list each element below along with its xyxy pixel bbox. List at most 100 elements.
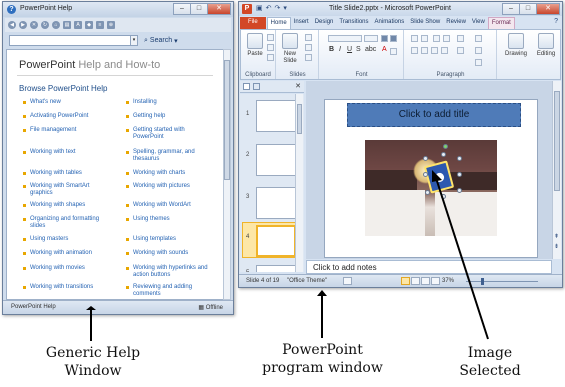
help-link[interactable]: Working with WordArt: [126, 202, 214, 209]
rotation-handle[interactable]: [443, 144, 448, 149]
outline-tab[interactable]: [253, 83, 260, 90]
refresh-icon[interactable]: ↻: [41, 21, 49, 29]
tab-view[interactable]: View: [469, 17, 488, 29]
align-left-icon[interactable]: [411, 47, 418, 54]
editing-button[interactable]: Editing: [533, 33, 559, 58]
tab-review[interactable]: Review: [443, 17, 469, 29]
paste-button[interactable]: Paste: [244, 33, 266, 58]
columns-icon[interactable]: [457, 47, 464, 54]
font-size-icon[interactable]: A: [74, 21, 82, 29]
tab-transitions[interactable]: Transitions: [336, 17, 371, 29]
connection-status[interactable]: ▦ Offline: [198, 304, 223, 311]
tab-slide-show[interactable]: Slide Show: [407, 17, 443, 29]
selection-handle[interactable]: [423, 172, 428, 177]
align-right-icon[interactable]: [431, 47, 438, 54]
title-placeholder[interactable]: Click to add title: [347, 103, 521, 127]
font-name-field[interactable]: [328, 35, 362, 42]
help-link[interactable]: Working with movies: [23, 265, 111, 272]
maximize-button[interactable]: □: [519, 3, 536, 15]
reading-view-icon[interactable]: [421, 277, 430, 285]
font-size-field[interactable]: [364, 35, 378, 42]
help-link[interactable]: Getting started with PowerPoint: [126, 127, 214, 141]
tab-home[interactable]: Home: [266, 17, 291, 29]
print-icon[interactable]: ▤: [63, 21, 71, 29]
help-link[interactable]: Working with transitions: [23, 284, 111, 291]
slide-sorter-icon[interactable]: [411, 277, 420, 285]
save-icon[interactable]: ▣: [256, 4, 263, 14]
slide-scrollbar[interactable]: ⇞ ⇟: [552, 81, 561, 259]
selection-handle[interactable]: [425, 190, 430, 195]
redo-icon[interactable]: ↷: [275, 4, 281, 14]
justify-icon[interactable]: [441, 47, 448, 54]
increase-indent-icon[interactable]: [443, 35, 450, 42]
home-icon[interactable]: ⌂: [52, 21, 60, 29]
text-direction-icon[interactable]: [475, 35, 482, 42]
close-pane-icon[interactable]: ✕: [295, 82, 301, 90]
close-button[interactable]: ✕: [536, 3, 560, 15]
selection-handle[interactable]: [423, 156, 428, 161]
notes-pane[interactable]: Click to add notes: [306, 260, 552, 274]
section-icon[interactable]: [305, 54, 312, 61]
help-link[interactable]: Using templates: [126, 236, 214, 243]
undo-icon[interactable]: ↶: [266, 4, 272, 14]
help-link[interactable]: Working with pictures: [126, 183, 214, 190]
zoom-slider-knob[interactable]: [481, 278, 484, 285]
slide-thumbnail[interactable]: [256, 144, 296, 176]
scroll-thumb[interactable]: [554, 91, 560, 191]
next-slide-icon[interactable]: ⇟: [554, 243, 559, 250]
scroll-thumb[interactable]: [297, 104, 302, 134]
smartart-icon[interactable]: [475, 59, 482, 66]
help-link[interactable]: Organizing and formatting slides: [23, 216, 111, 230]
tab-insert[interactable]: Insert: [291, 17, 312, 29]
shrink-font-icon[interactable]: [390, 35, 397, 42]
clear-formatting-icon[interactable]: [390, 48, 397, 55]
customize-qat-icon[interactable]: ▾: [283, 4, 287, 14]
cut-icon[interactable]: [267, 34, 274, 41]
slide-thumbnail-selected[interactable]: [256, 225, 296, 257]
slide-thumbnail[interactable]: [256, 265, 296, 272]
hotel-room-picture[interactable]: [365, 140, 497, 236]
bold-icon[interactable]: B: [329, 46, 334, 53]
help-titlebar[interactable]: ? PowerPoint Help – □ ✕: [3, 2, 233, 17]
help-icon[interactable]: ?: [554, 18, 558, 25]
ppt-titlebar[interactable]: P ▣ ↶ ↷ ▾ Title Slide2.pptx - Microsoft …: [239, 2, 562, 16]
numbering-icon[interactable]: [421, 35, 428, 42]
help-link[interactable]: Working with text: [23, 149, 111, 156]
decrease-indent-icon[interactable]: [433, 35, 440, 42]
help-link[interactable]: Getting help: [126, 113, 214, 120]
normal-view-icon[interactable]: [401, 277, 410, 285]
align-text-icon[interactable]: [475, 47, 482, 54]
tab-format[interactable]: Format: [487, 17, 515, 29]
tab-file[interactable]: File: [240, 17, 266, 29]
slide-thumbnail[interactable]: [256, 187, 296, 219]
format-painter-icon[interactable]: [267, 54, 274, 61]
help-link[interactable]: File management: [23, 127, 111, 134]
zoom-level[interactable]: 37%: [442, 278, 454, 284]
help-search-input[interactable]: [9, 35, 131, 46]
bullets-icon[interactable]: [411, 35, 418, 42]
pin-icon[interactable]: ⊕: [107, 21, 115, 29]
help-link[interactable]: Spelling, grammar, and thesaurus: [126, 149, 214, 163]
forward-icon[interactable]: ▶: [19, 21, 27, 29]
selection-handle[interactable]: [457, 172, 462, 177]
slide-thumbnail[interactable]: [256, 100, 296, 132]
current-slide[interactable]: Click to add title: [324, 99, 538, 258]
back-icon[interactable]: ◀: [8, 21, 16, 29]
help-link[interactable]: What's new: [23, 99, 111, 106]
previous-slide-icon[interactable]: ⇞: [554, 233, 559, 240]
close-button[interactable]: ✕: [207, 3, 231, 15]
help-link[interactable]: Activating PowerPoint: [23, 113, 111, 120]
help-scrollbar[interactable]: [223, 49, 231, 300]
help-link[interactable]: Working with shapes: [23, 202, 111, 209]
new-slide-button[interactable]: New Slide: [279, 33, 301, 65]
layout-icon[interactable]: [305, 34, 312, 41]
maximize-button[interactable]: □: [190, 3, 207, 15]
table-of-contents-icon[interactable]: ≡: [96, 21, 104, 29]
underline-icon[interactable]: U: [347, 46, 352, 53]
scroll-thumb[interactable]: [224, 60, 230, 180]
help-link[interactable]: Working with sounds: [126, 250, 214, 257]
grow-font-icon[interactable]: [381, 35, 388, 42]
search-button[interactable]: ⌕ Search ▾: [144, 37, 178, 45]
spelling-check-icon[interactable]: [343, 277, 352, 285]
align-center-icon[interactable]: [421, 47, 428, 54]
